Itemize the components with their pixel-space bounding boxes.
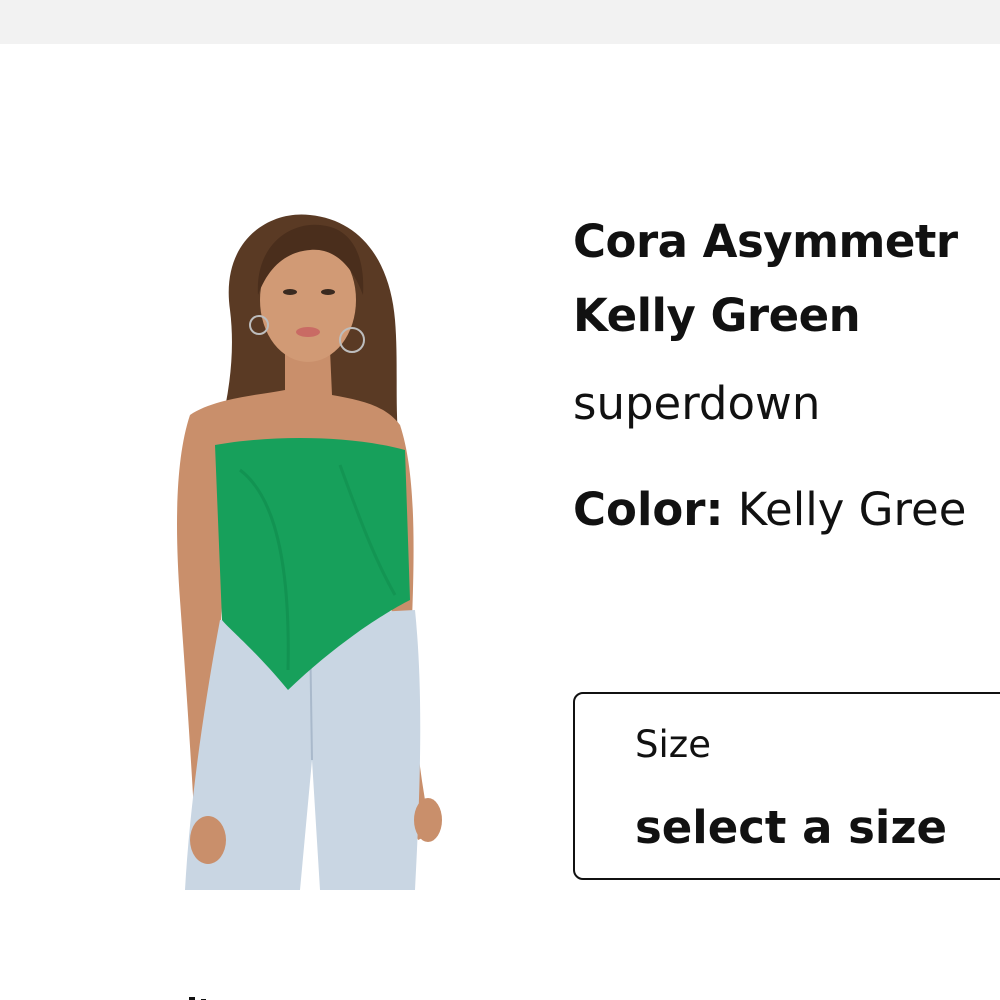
color-value: Kelly Gree bbox=[737, 483, 967, 536]
cut-off-icon bbox=[185, 990, 215, 1000]
brand-link[interactable]: superdown bbox=[573, 372, 820, 436]
size-select[interactable]: Size select a size bbox=[573, 692, 1000, 880]
color-info: Color: Kelly Gree bbox=[573, 478, 1000, 542]
product-title-line1: Cora Asymmetr bbox=[573, 215, 958, 268]
product-photo-illustration bbox=[177, 214, 442, 890]
product-title-line2: Kelly Green bbox=[573, 289, 861, 342]
product-image[interactable] bbox=[160, 200, 460, 890]
size-value: select a size bbox=[635, 801, 948, 854]
product-title: Cora Asymmetr Kelly Green bbox=[573, 205, 1000, 353]
size-label: Size bbox=[635, 723, 711, 766]
top-bar bbox=[0, 0, 1000, 44]
color-label: Color: bbox=[573, 483, 724, 536]
